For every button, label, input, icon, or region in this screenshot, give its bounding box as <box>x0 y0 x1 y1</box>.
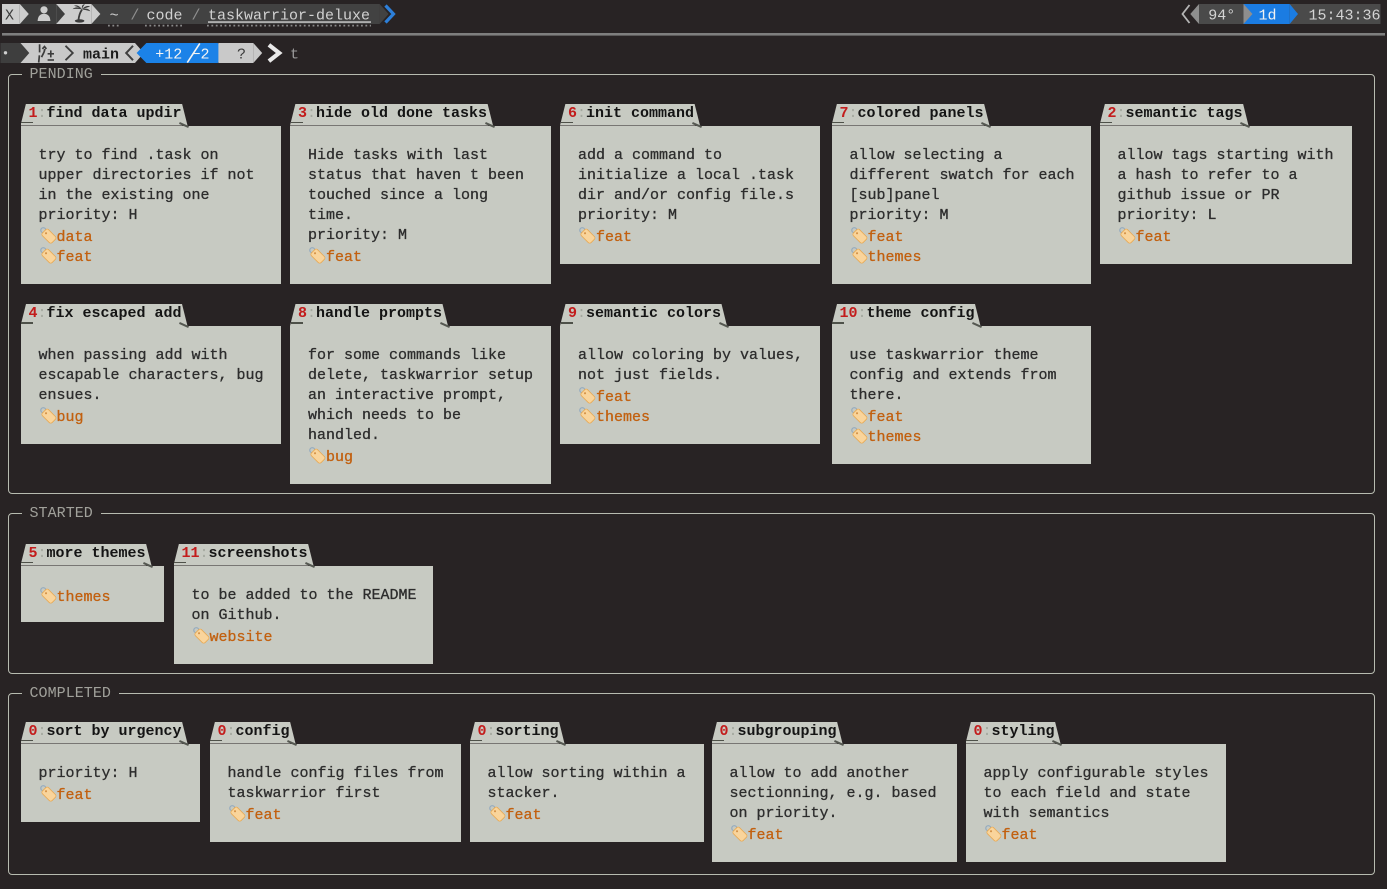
svg-text:15:43:36: 15:43:36 <box>1309 8 1381 25</box>
svg-text:94°: 94° <box>1208 8 1235 25</box>
svg-text:/: / <box>192 8 201 25</box>
svg-text:/: / <box>130 8 139 25</box>
svg-text:~: ~ <box>110 8 119 25</box>
svg-text:X: X <box>5 8 14 25</box>
svg-text:−2: −2 <box>192 47 210 64</box>
svg-text:?: ? <box>237 47 246 64</box>
svg-text:main: main <box>83 47 119 64</box>
svg-text:+12: +12 <box>155 47 182 64</box>
svg-text:1d: 1d <box>1259 8 1277 25</box>
svg-text:code: code <box>147 8 183 25</box>
svg-text:t: t <box>290 47 299 64</box>
